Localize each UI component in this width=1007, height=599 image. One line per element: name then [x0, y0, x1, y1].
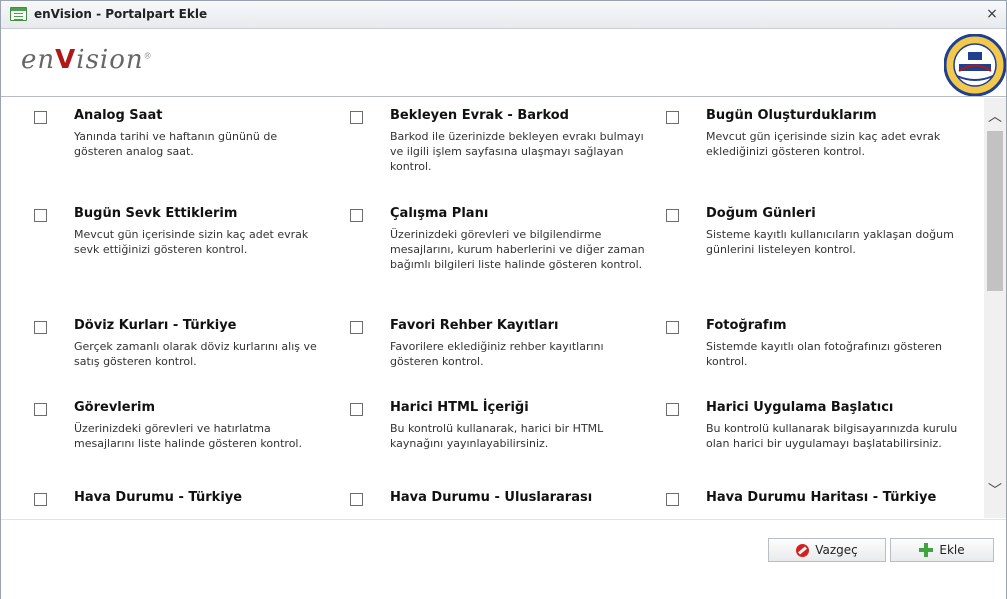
portalpart-checkbox[interactable]: [34, 493, 47, 506]
portalpart-description: Mevcut gün içerisinde sizin kaç adet evr…: [706, 130, 941, 158]
cancel-button[interactable]: Vazgeç: [768, 538, 886, 562]
portalpart-title: Favori Rehber Kayıtları: [390, 318, 559, 333]
portalpart-title: Harici Uygulama Başlatıcı: [706, 400, 894, 415]
portalpart-title: Harici HTML İçeriği: [390, 400, 529, 415]
portalpart-checkbox[interactable]: [34, 403, 47, 416]
portalpart-title: Analog Saat: [74, 108, 163, 123]
portalpart-description: Üzerinizdeki görevleri ve hatırlatma mes…: [74, 422, 302, 450]
window-title: enVision - Portalpart Ekle: [34, 7, 208, 21]
close-icon[interactable]: ×: [984, 6, 1000, 22]
vertical-scrollbar[interactable]: ︿ ﹀: [984, 98, 1006, 518]
portalpart-title: Hava Durumu - Türkiye: [74, 490, 243, 505]
portalpart-title: Çalışma Planı: [390, 206, 489, 221]
portalpart-description: Bu kontrolü kullanarak bilgisayarınızda …: [706, 422, 958, 450]
portalpart-checkbox[interactable]: [34, 209, 47, 222]
portalpart-description: Üzerinizdeki görevleri ve bilgilendirme …: [390, 228, 645, 271]
portalpart-description: Barkod ile üzerinizde bekleyen evrakı bu…: [390, 130, 644, 173]
portalpart-checkbox[interactable]: [666, 321, 679, 334]
add-button-label: Ekle: [939, 543, 965, 557]
portalpart-title: Görevlerim: [74, 400, 155, 415]
portalpart-description: Yanında tarihi ve haftanın gününü de gös…: [74, 130, 278, 158]
envision-logo: enVision®: [21, 45, 153, 75]
portalpart-description: Sistemde kayıtlı olan fotoğrafınızı göst…: [706, 340, 942, 368]
portalpart-description: Gerçek zamanlı olarak döviz kurlarını al…: [74, 340, 317, 368]
portalpart-checkbox[interactable]: [666, 111, 679, 124]
portalpart-checkbox[interactable]: [34, 321, 47, 334]
cancel-button-label: Vazgeç: [815, 543, 858, 557]
portalpart-checkbox[interactable]: [350, 209, 363, 222]
portalpart-checkbox[interactable]: [350, 403, 363, 416]
portalpart-checkbox[interactable]: [350, 111, 363, 124]
portalpart-title: Fotoğrafım: [706, 318, 787, 333]
portalpart-description: Sisteme kayıtlı kullanıcıların yaklaşan …: [706, 228, 954, 256]
portalpart-title: Bugün Sevk Ettiklerim: [74, 206, 238, 221]
portalpart-description: Mevcut gün içerisinde sizin kaç adet evr…: [74, 228, 309, 256]
cancel-icon: [796, 543, 810, 557]
portalpart-description: Bu kontrolü kullanarak, harici bir HTML …: [390, 422, 604, 450]
portalpart-title: Hava Durumu - Uluslararası: [390, 490, 593, 505]
portalpart-checkbox[interactable]: [666, 403, 679, 416]
portalpart-description: Favorilere eklediğiniz rehber kayıtların…: [390, 340, 604, 368]
portalpart-title: Hava Durumu Haritası - Türkiye: [706, 490, 937, 505]
chevron-down-icon[interactable]: ﹀: [984, 480, 1006, 502]
portalpart-checkbox[interactable]: [666, 493, 679, 506]
chevron-up-icon[interactable]: ︿: [984, 106, 1006, 128]
window-app-icon: [10, 7, 27, 21]
portalpart-checkbox[interactable]: [350, 493, 363, 506]
portalpart-title: Bekleyen Evrak - Barkod: [390, 108, 569, 123]
university-seal-icon: [944, 34, 1006, 96]
portalpart-title: Doğum Günleri: [706, 206, 816, 221]
plus-icon: [919, 543, 934, 557]
portalpart-title: Bugün Oluşturduklarım: [706, 108, 877, 123]
header-logo-bar: enVision®: [1, 30, 1006, 97]
portalpart-title: Döviz Kurları - Türkiye: [74, 318, 237, 333]
dialog-window: enVision - Portalpart Ekle × enVision® A…: [0, 0, 1007, 599]
dialog-footer: Vazgeç Ekle: [1, 519, 1006, 599]
portalpart-list: Analog Saat Yanında tarihi ve haftanın gü…: [10, 98, 1006, 518]
portalpart-checkbox[interactable]: [34, 111, 47, 124]
title-bar: enVision - Portalpart Ekle ×: [1, 1, 1006, 29]
add-button[interactable]: Ekle: [890, 538, 994, 562]
portalpart-checkbox[interactable]: [350, 321, 363, 334]
scrollbar-thumb[interactable]: [987, 131, 1003, 291]
portalpart-checkbox[interactable]: [666, 209, 679, 222]
